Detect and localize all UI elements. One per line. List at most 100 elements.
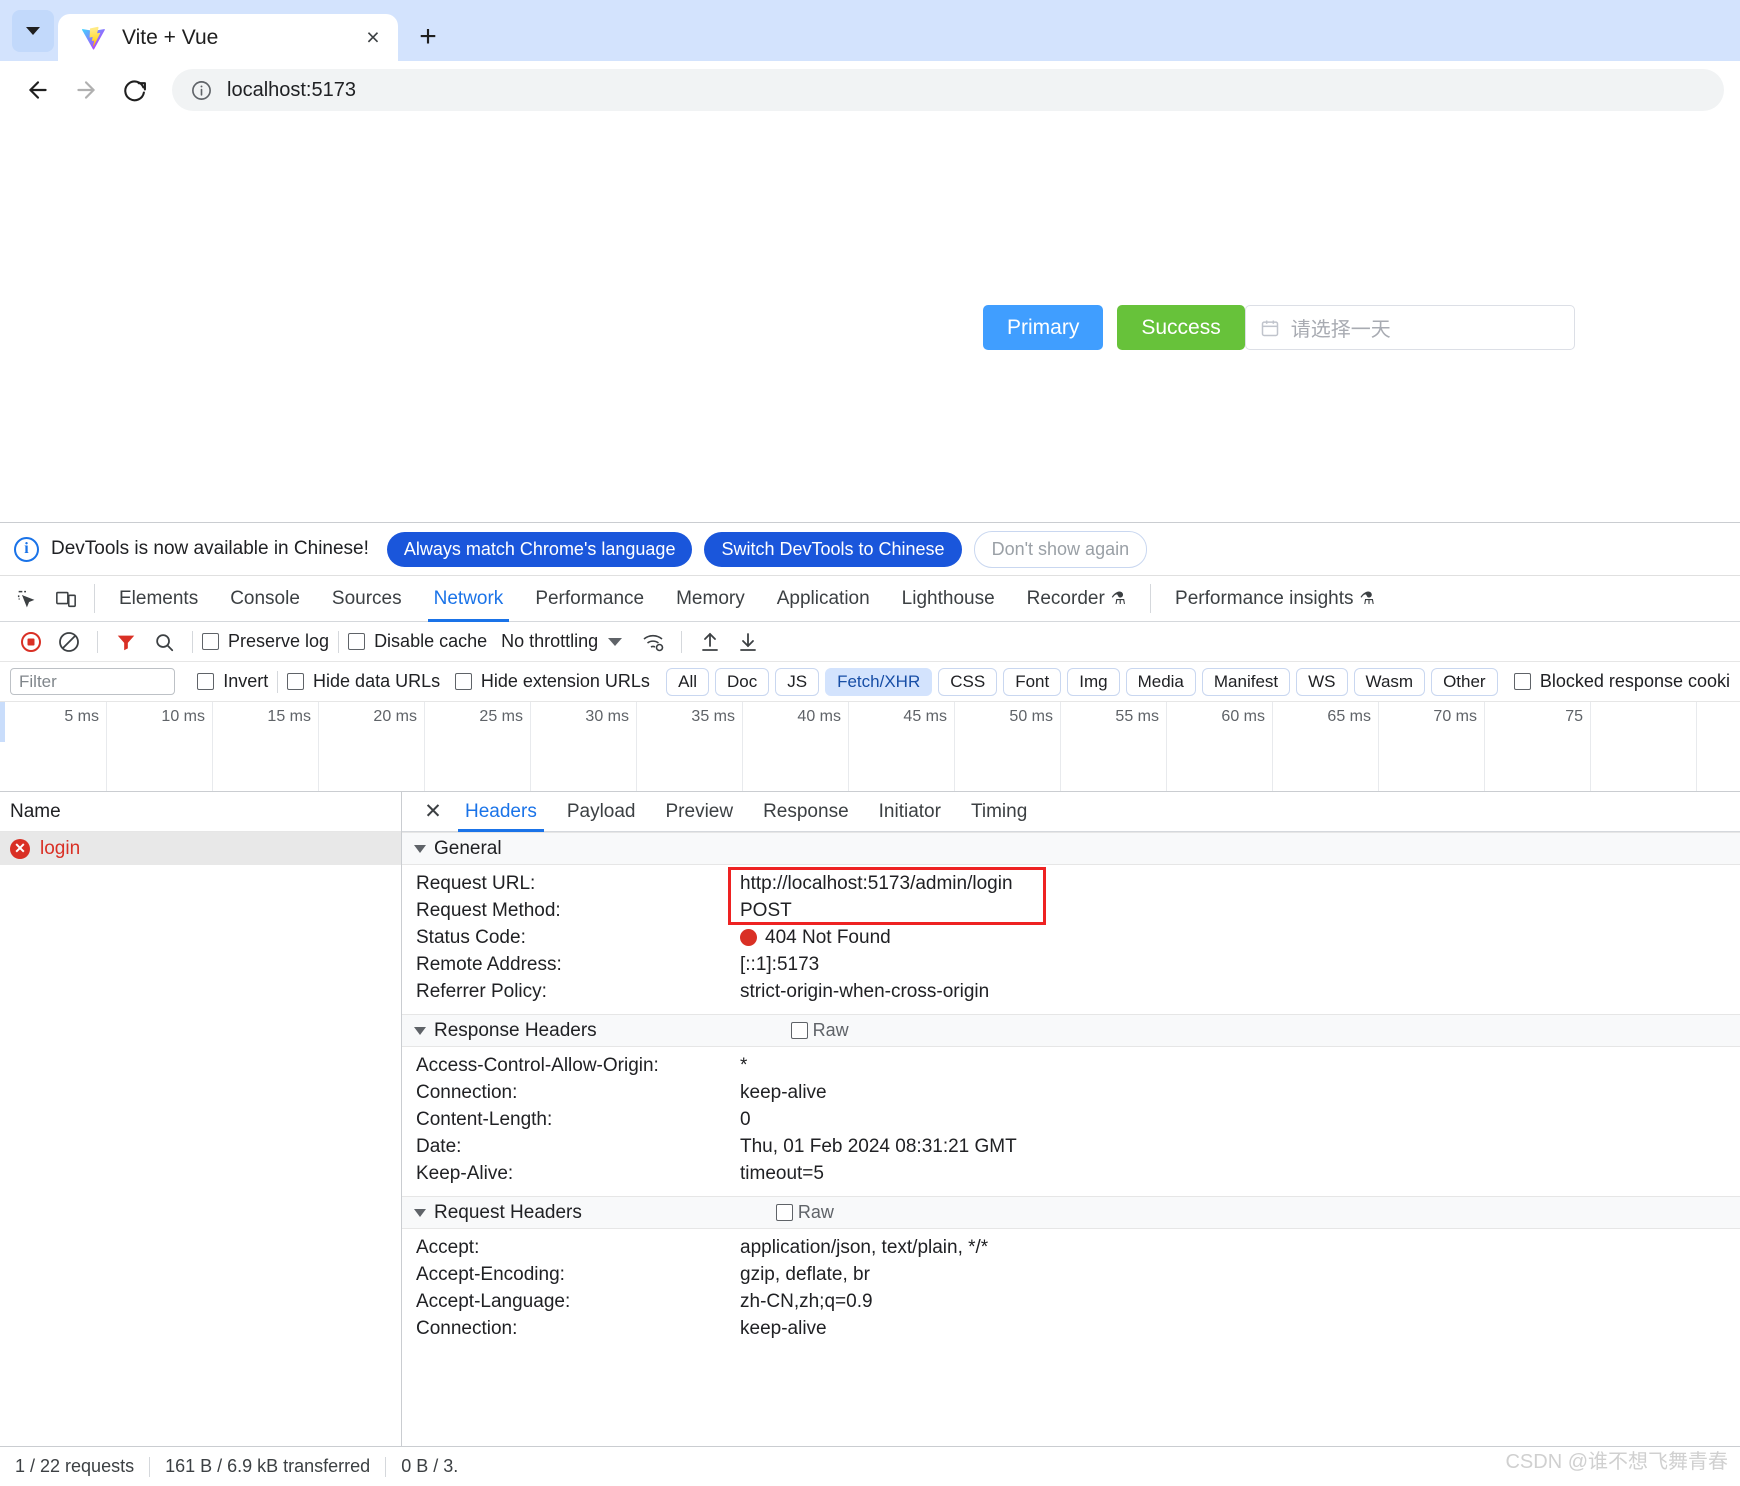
- forward-arrow-icon[interactable]: [64, 68, 108, 112]
- header-value: POST: [740, 899, 792, 921]
- tab-performance-insights[interactable]: Performance insights ⚗: [1159, 576, 1391, 621]
- type-chip-font[interactable]: Font: [1003, 667, 1062, 696]
- raw-toggle-request[interactable]: Raw: [775, 1202, 834, 1223]
- raw-toggle-response[interactable]: Raw: [790, 1020, 849, 1041]
- filter-icon[interactable]: [107, 626, 145, 658]
- tab-elements[interactable]: Elements: [103, 576, 214, 621]
- type-chip-manifest[interactable]: Manifest: [1201, 667, 1291, 696]
- type-chip-ws[interactable]: WS: [1296, 667, 1348, 696]
- type-chip-media[interactable]: Media: [1125, 667, 1196, 696]
- tab-lighthouse[interactable]: Lighthouse: [886, 576, 1011, 621]
- date-picker-input[interactable]: 请选择一天: [1244, 305, 1575, 350]
- tab-label: Performance insights: [1175, 587, 1354, 609]
- calendar-icon: [1261, 320, 1278, 336]
- tab-performance[interactable]: Performance: [519, 576, 660, 621]
- checkbox-box[interactable]: [775, 1204, 793, 1221]
- headers-scroll-area[interactable]: General Request URL: http://localhost:51…: [402, 832, 1740, 1446]
- checkbox-box[interactable]: [287, 673, 305, 690]
- hide-data-urls-checkbox[interactable]: Hide data URLs: [287, 671, 440, 692]
- preserve-log-checkbox[interactable]: Preserve log: [202, 631, 329, 652]
- tab-memory[interactable]: Memory: [660, 576, 761, 621]
- checkbox-box[interactable]: [790, 1022, 808, 1039]
- detail-tab-preview[interactable]: Preview: [651, 792, 749, 832]
- tab-console[interactable]: Console: [214, 576, 316, 621]
- checkbox-box[interactable]: [454, 673, 472, 690]
- tab-recorder[interactable]: Recorder ⚗: [1011, 576, 1142, 621]
- type-chip-all[interactable]: All: [666, 667, 710, 696]
- divider: [338, 630, 340, 653]
- blocked-response-cookies-checkbox[interactable]: Blocked response cooki: [1513, 671, 1730, 692]
- inspect-element-icon[interactable]: [6, 576, 46, 621]
- request-list: Name ✕ login: [0, 792, 402, 1446]
- search-icon[interactable]: [145, 626, 183, 658]
- device-toolbar-icon[interactable]: [46, 576, 86, 621]
- status-code-value: 404 Not Found: [765, 926, 891, 948]
- close-icon[interactable]: ✕: [416, 799, 450, 824]
- devtools-panel: i DevTools is now available in Chinese! …: [0, 522, 1740, 1486]
- hide-extension-urls-checkbox[interactable]: Hide extension URLs: [454, 671, 650, 692]
- disable-cache-checkbox[interactable]: Disable cache: [348, 631, 487, 652]
- detail-tab-payload[interactable]: Payload: [552, 792, 651, 832]
- clear-network-log-icon[interactable]: [50, 626, 88, 658]
- type-chip-js[interactable]: JS: [775, 667, 820, 696]
- network-overview-timeline[interactable]: 5 ms 10 ms 15 ms 20 ms 25 ms 30 ms 35 ms…: [0, 702, 1740, 792]
- dont-show-again-button[interactable]: Don't show again: [973, 530, 1148, 568]
- tab-sources[interactable]: Sources: [316, 576, 418, 621]
- section-request-headers-header[interactable]: Request Headers Raw: [402, 1196, 1740, 1229]
- close-icon[interactable]: ×: [358, 23, 388, 53]
- header-key: Accept-Encoding:: [416, 1263, 565, 1285]
- type-chip-wasm[interactable]: Wasm: [1353, 667, 1426, 696]
- tab-network[interactable]: Network: [418, 576, 520, 622]
- info-circle-icon[interactable]: [190, 79, 213, 102]
- tab-label: Preview: [665, 800, 734, 822]
- checkbox-box[interactable]: [1513, 673, 1531, 690]
- export-har-icon[interactable]: [729, 626, 767, 658]
- checkbox-box[interactable]: [348, 633, 366, 650]
- detail-tab-response[interactable]: Response: [748, 792, 864, 832]
- type-chip-doc[interactable]: Doc: [715, 667, 770, 696]
- invert-checkbox[interactable]: Invert: [197, 671, 268, 692]
- header-value: *: [740, 1054, 748, 1076]
- tab-label: Timing: [970, 800, 1028, 822]
- switch-to-chinese-button[interactable]: Switch DevTools to Chinese: [704, 531, 962, 567]
- timeline-tick-label: 50 ms: [1009, 708, 1053, 725]
- type-chip-css[interactable]: CSS: [938, 667, 998, 696]
- browser-tab-strip: Vite + Vue × +: [0, 0, 1740, 61]
- new-tab-button[interactable]: +: [406, 15, 450, 59]
- primary-button[interactable]: Primary: [983, 305, 1104, 350]
- network-conditions-icon[interactable]: [634, 626, 672, 658]
- reload-icon[interactable]: [112, 68, 156, 112]
- tab-search-button[interactable]: [12, 10, 54, 52]
- detail-tab-timing[interactable]: Timing: [956, 792, 1042, 832]
- record-stop-icon[interactable]: [12, 626, 50, 658]
- header-key: Accept-Language:: [416, 1290, 571, 1312]
- network-body: Name ✕ login ✕ Headers Payload Preview R…: [0, 792, 1740, 1446]
- type-chip-fetch-xhr[interactable]: Fetch/XHR: [825, 667, 933, 696]
- import-har-icon[interactable]: [691, 626, 729, 658]
- filter-input[interactable]: Filter: [10, 668, 176, 695]
- success-button[interactable]: Success: [1117, 305, 1245, 350]
- chevron-down-icon: [608, 637, 623, 646]
- header-row: Keep-Alive: timeout=5: [402, 1160, 1740, 1187]
- section-title: Response Headers: [434, 1019, 597, 1041]
- address-bar[interactable]: localhost:5173: [172, 69, 1724, 111]
- type-chip-other[interactable]: Other: [1431, 667, 1498, 696]
- checkbox-box[interactable]: [197, 673, 215, 690]
- type-chip-img[interactable]: Img: [1067, 667, 1120, 696]
- tab-application[interactable]: Application: [761, 576, 886, 621]
- browser-tab[interactable]: Vite + Vue ×: [58, 14, 398, 61]
- throttling-dropdown[interactable]: No throttling: [501, 631, 623, 652]
- detail-tab-headers[interactable]: Headers: [450, 792, 552, 832]
- request-row-login[interactable]: ✕ login: [0, 832, 401, 865]
- detail-tab-initiator[interactable]: Initiator: [864, 792, 956, 832]
- back-arrow-icon[interactable]: [16, 68, 60, 112]
- header-key: Keep-Alive:: [416, 1162, 514, 1184]
- checkbox-box[interactable]: [202, 633, 219, 650]
- request-list-header[interactable]: Name: [0, 792, 401, 832]
- section-general-header[interactable]: General: [402, 832, 1740, 865]
- tab-label: Network: [433, 587, 504, 609]
- section-response-headers-header[interactable]: Response Headers Raw: [402, 1014, 1740, 1047]
- always-match-language-button[interactable]: Always match Chrome's language: [386, 531, 693, 567]
- header-value: strict-origin-when-cross-origin: [740, 980, 990, 1002]
- timeline-tick-label: 75: [1565, 708, 1583, 725]
